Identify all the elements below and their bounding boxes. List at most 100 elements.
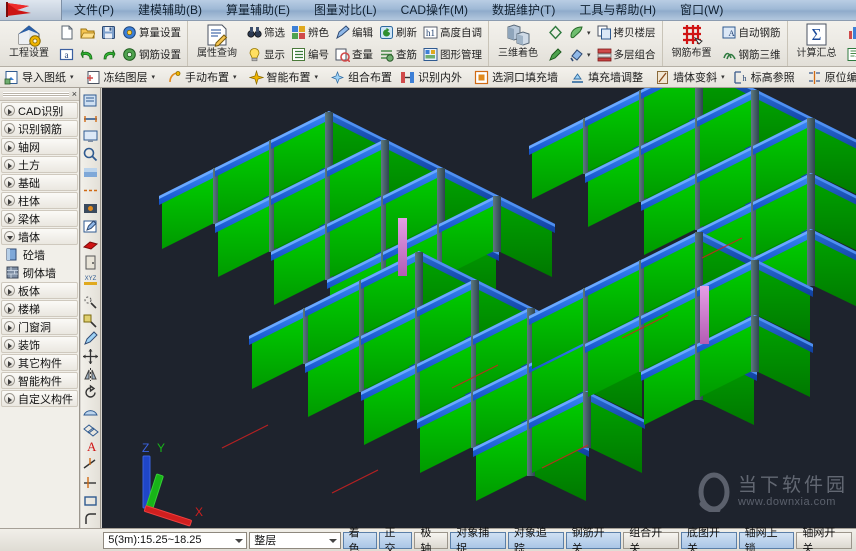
status-toggle-combine[interactable]: 组合开关 [623, 532, 679, 549]
menu-data[interactable]: 数据维护(T) [480, 0, 567, 20]
trim-icon[interactable] [82, 456, 99, 473]
grid-line-icon[interactable] [82, 182, 99, 199]
project-settings-button[interactable]: 工程设置 [4, 22, 54, 66]
smart-layout-caret[interactable]: ▾ [315, 73, 319, 81]
auto-rebar-button[interactable]: A 自动钢筋 [720, 23, 783, 43]
combine-layout-button[interactable]: 组合布置 [326, 68, 396, 87]
text-style-button[interactable]: a [57, 45, 76, 65]
text-tool-icon[interactable]: A [82, 438, 99, 455]
multi-floor-combine-button[interactable]: 多层组合 [595, 45, 658, 65]
fillet-icon[interactable] [82, 510, 99, 527]
status-toggle-rebar[interactable]: 钢筋开关 [566, 532, 622, 549]
freeze-layer-caret[interactable]: ▾ [152, 73, 156, 81]
panel-close-icon[interactable]: × [72, 90, 77, 99]
statistics-button[interactable]: 统计 [845, 23, 856, 43]
status-toggle-underlay[interactable]: 底图开关 [681, 532, 737, 549]
ucs-axis-icon[interactable]: XYZ [82, 272, 99, 289]
edit-button[interactable]: 编辑 [333, 23, 375, 43]
sidebar-item-other-members[interactable]: 其它构件 [1, 354, 78, 371]
color-brush-button[interactable] [546, 45, 565, 65]
sidebar-item-foundation[interactable]: 基础 [1, 174, 78, 191]
save-file-button[interactable] [99, 23, 118, 43]
open-drawing-icon[interactable] [82, 92, 99, 109]
paint-button[interactable]: ▾ [567, 45, 593, 65]
sidebar-item-cad-recognize[interactable]: CAD识别 [1, 102, 78, 119]
undo-button[interactable] [78, 45, 97, 65]
import-drawing-caret[interactable]: ▾ [70, 73, 74, 81]
sidebar-item-axis-grid[interactable]: 轴网 [1, 138, 78, 155]
rebar-3d-button[interactable]: 钢筋三维 [720, 45, 783, 65]
sidebar-item-slab[interactable]: 板体 [1, 282, 78, 299]
brush-tool-icon[interactable] [82, 330, 99, 347]
sidebar-item-column[interactable]: 柱体 [1, 192, 78, 209]
leaf-dropdown-caret[interactable]: ▾ [587, 29, 591, 37]
status-toggle-grid-lock[interactable]: 轴网上锁 [739, 532, 795, 549]
leaf-shade-button[interactable]: ▾ [567, 23, 593, 43]
menu-tools[interactable]: 工具与帮助(H) [567, 0, 668, 20]
gradient-fill-icon[interactable] [82, 164, 99, 181]
screen-select-icon[interactable] [82, 128, 99, 145]
extend-icon[interactable] [82, 474, 99, 491]
sidebar-item-stairs[interactable]: 楼梯 [1, 300, 78, 317]
insert-block-icon[interactable] [82, 200, 99, 217]
property-query-button[interactable]: 属性查询 [192, 22, 242, 66]
copy-objects-icon[interactable] [82, 420, 99, 437]
floor-selector[interactable]: 5(3m):15.25~18.25 [103, 532, 247, 549]
check-quantity-button[interactable]: 查量 [333, 45, 375, 65]
quantity-settings-button[interactable]: 算量设置 [120, 23, 183, 43]
status-toggle-shading[interactable]: 着色 [343, 532, 377, 549]
3d-shading-button[interactable]: 三维着色 [493, 22, 543, 66]
rebar-layout-button[interactable]: 钢筋布置 [667, 22, 717, 66]
wall-slant-button[interactable]: 墙体变斜 ▾ [651, 68, 729, 87]
sidebar-item-beam[interactable]: 梁体 [1, 210, 78, 227]
rectangle-icon[interactable] [82, 492, 99, 509]
3d-viewport[interactable]: Z Y X 当下软件园 www.downxia.com [102, 88, 856, 528]
import-drawing-button[interactable]: 导入图纸 ▾ [0, 68, 78, 87]
filter-button[interactable]: 筛选 [245, 23, 287, 43]
status-toggle-otrack[interactable]: 对象追踪 [508, 532, 564, 549]
status-toggle-osnap[interactable]: 对象捕捉 [450, 532, 506, 549]
inplace-edit-button[interactable]: 原位编辑 [803, 68, 856, 87]
menu-cad[interactable]: CAD操作(M) [389, 0, 480, 20]
display-button[interactable]: 显示 [245, 45, 287, 65]
red-block-icon[interactable] [82, 236, 99, 253]
zoom-search-icon[interactable] [82, 146, 99, 163]
move-icon[interactable] [82, 348, 99, 365]
wall-slant-caret[interactable]: ▾ [721, 73, 725, 81]
menu-compare[interactable]: 图量对比(L) [302, 0, 389, 20]
height-auto-button[interactable]: h1 高度自调 [421, 23, 484, 43]
sidebar-subitem-concrete-wall[interactable]: 砼墙 [1, 246, 78, 263]
open-file-button[interactable] [78, 23, 97, 43]
identify-inout-button[interactable]: 识别内外 [396, 68, 466, 87]
sidebar-item-wall[interactable]: 墙体 [1, 228, 78, 245]
pen-edit-icon[interactable] [82, 218, 99, 235]
graphics-manager-button[interactable]: 图形管理 [421, 45, 484, 65]
menu-window[interactable]: 窗口(W) [668, 0, 735, 20]
elevation-ref-button[interactable]: h 标高参照 [729, 68, 799, 87]
freeze-layer-button[interactable]: 冻结图层 ▾ [82, 68, 160, 87]
rebar-settings-button[interactable]: 钢筋设置 [120, 45, 183, 65]
panel-drag-grip[interactable] [3, 92, 69, 97]
status-toggle-ortho[interactable]: 正交 [379, 532, 413, 549]
app-logo-button[interactable] [0, 0, 62, 20]
numbering-button[interactable]: 编号 [289, 45, 331, 65]
sidebar-subitem-masonry-wall[interactable]: 砌体墙 [1, 264, 78, 281]
new-file-button[interactable] [57, 23, 76, 43]
status-toggle-grid[interactable]: 轴网开关 [796, 532, 852, 549]
scope-selector[interactable]: 整层 [249, 532, 340, 549]
paint-dropdown-caret[interactable]: ▾ [587, 51, 591, 59]
sidebar-item-door-window[interactable]: 门窗洞 [1, 318, 78, 335]
refresh-button[interactable]: 刷新 [377, 23, 419, 43]
sidebar-item-custom-members[interactable]: 自定义构件 [1, 390, 78, 407]
status-toggle-polar[interactable]: 极轴 [414, 532, 448, 549]
sidebar-item-smart-members[interactable]: 智能构件 [1, 372, 78, 389]
select-objects-icon[interactable] [82, 294, 99, 311]
copy-floor-button[interactable]: 拷贝楼层 [595, 23, 658, 43]
check-rebar-button[interactable]: 查筋 [377, 45, 419, 65]
manual-layout-button[interactable]: 手动布置 ▾ [163, 68, 241, 87]
dimension-icon[interactable] [82, 110, 99, 127]
redo-button[interactable] [99, 45, 118, 65]
manual-layout-caret[interactable]: ▾ [233, 73, 237, 81]
menu-file[interactable]: 文件(P) [62, 0, 126, 20]
sidebar-item-recognize-rebar[interactable]: 识别钢筋 [1, 120, 78, 137]
